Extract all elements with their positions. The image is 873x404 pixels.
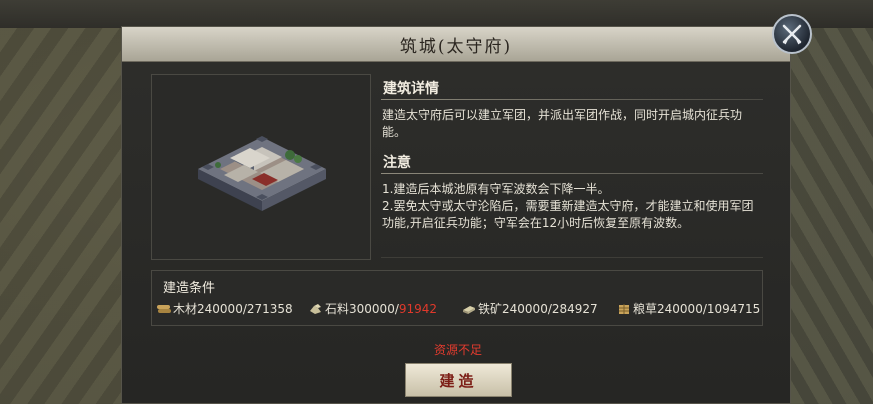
game-map-left (0, 28, 122, 404)
close-icon (782, 24, 802, 45)
notice-line-1: 1.建造后本城池原有守军波数会下降一半。 (382, 182, 610, 196)
game-top-bar (0, 0, 873, 28)
dialog-title-bar: 筑城(太守府) (122, 27, 790, 62)
notice-heading: 注意 (383, 155, 411, 171)
resource-name: 铁矿 (478, 302, 503, 316)
iron-icon (463, 305, 475, 314)
detail-heading: 建筑详情 (383, 81, 439, 97)
close-button[interactable] (772, 14, 812, 54)
resource-name: 木材 (173, 302, 198, 316)
dialog-title: 筑城(太守府) (399, 36, 513, 57)
wood-icon (157, 304, 171, 313)
build-button[interactable]: 建造 (405, 363, 512, 397)
insufficient-resources-warning: 资源不足 (434, 343, 483, 357)
resource-grain: 粮草 240000/1094715 (617, 300, 760, 317)
resource-required: 240000 (657, 301, 703, 316)
resource-required: 240000 (502, 301, 548, 316)
detail-text: 建造太守府后可以建立军团，并派出军团作战，同时开启城内征兵功能。 (382, 108, 743, 139)
conditions-box: 建造条件 木材 240000/271358 石料 300000/91942 铁矿… (151, 270, 763, 326)
resource-required: 240000 (197, 301, 243, 316)
detail-divider (381, 99, 763, 100)
grain-icon (619, 303, 629, 314)
conditions-heading: 建造条件 (163, 281, 216, 296)
resource-required: 300000 (349, 301, 395, 316)
resource-name: 石料 (325, 302, 350, 316)
building-image-frame (151, 74, 371, 260)
stone-icon (310, 303, 321, 314)
resource-stone: 石料 300000/91942 (309, 300, 437, 317)
resource-owned: 271358 (246, 301, 293, 316)
build-dialog: 筑城(太守府) 建筑详情 建造太守府后可以建立军团，并派出军团作战，同时开启城内… (121, 26, 791, 404)
resource-name: 粮草 (633, 302, 658, 316)
resource-owned: 1094715 (706, 301, 761, 316)
notice-line-2: 2.罢免太守或太守沦陷后，需要重新建造太守府，才能建立和使用军团功能,开启征兵功… (382, 199, 754, 230)
resource-iron: 铁矿 240000/284927 (462, 300, 598, 317)
game-map-right (791, 28, 873, 404)
resource-wood: 木材 240000/271358 (157, 300, 293, 317)
build-button-label: 建造 (439, 371, 478, 390)
notice-divider (381, 173, 763, 174)
building-illustration (198, 136, 326, 211)
notice-bottom-divider (381, 257, 763, 258)
resource-owned-insufficient: 91942 (398, 301, 438, 316)
resource-owned: 284927 (551, 301, 598, 316)
